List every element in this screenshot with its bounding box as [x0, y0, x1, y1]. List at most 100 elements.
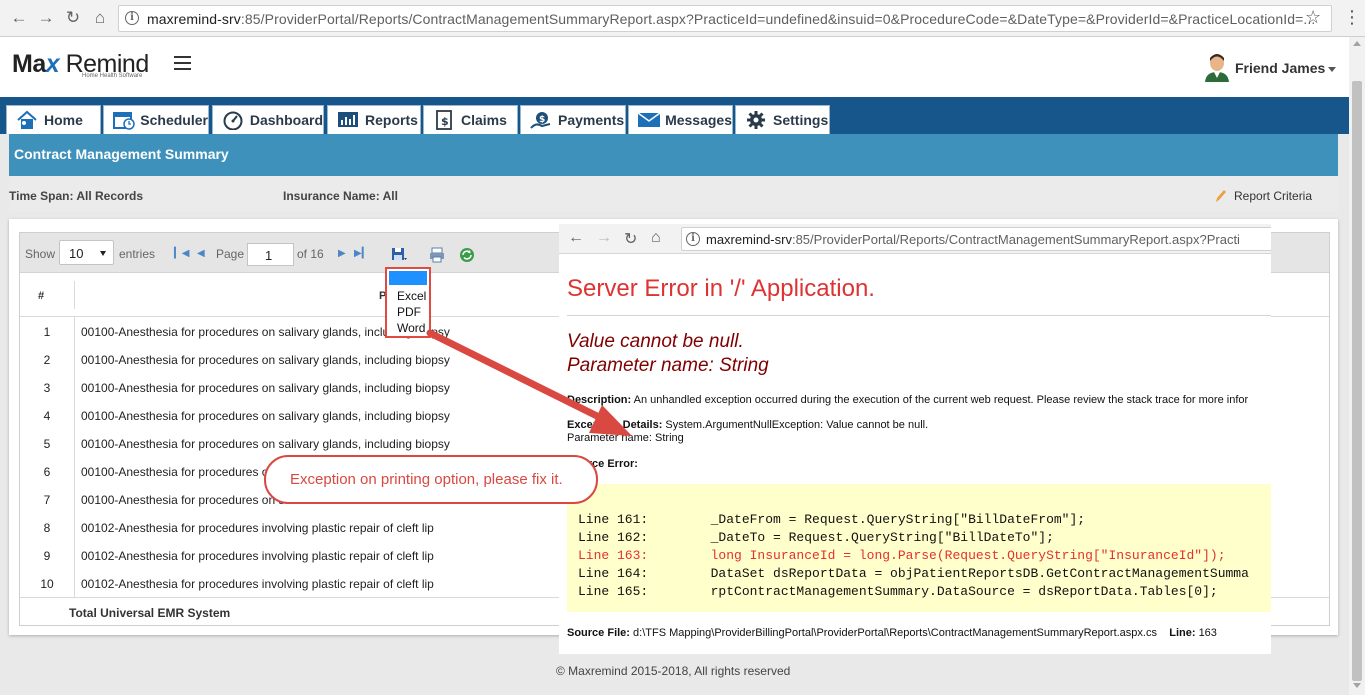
last-page-icon[interactable]: ▶▎ — [354, 248, 369, 259]
report-criteria-link[interactable]: Report Criteria — [1234, 189, 1312, 203]
error-message: Value cannot be null. — [567, 331, 744, 352]
footer-copyright: © Maxremind 2015-2018, All rights reserv… — [556, 664, 791, 678]
error-address-url[interactable]: maxremind-srv:85/ProviderPortal/Reports/… — [706, 232, 1240, 247]
gear-icon — [743, 109, 769, 131]
row-number: 7 — [43, 493, 51, 507]
report-icon — [335, 109, 361, 131]
row-number: 1 — [43, 325, 51, 339]
row-description: 00102-Anesthesia for procedures involvin… — [81, 577, 434, 591]
tab-payments[interactable]: $ Payments — [520, 105, 626, 134]
row-description: 00100-Anesthesia for procedures on saliv… — [81, 353, 450, 367]
export-word-option[interactable]: Word — [397, 321, 425, 335]
tab-settings-label: Settings — [773, 112, 829, 128]
browser-menu-icon[interactable]: ⋮ — [1343, 7, 1361, 27]
error-browser-toolbar: ← → ↻ ⌂ i maxremind-srv:85/ProviderPorta… — [559, 224, 1271, 254]
first-page-icon[interactable]: ▎◀ — [174, 248, 189, 259]
reload-icon[interactable]: ↻ — [624, 229, 637, 249]
tab-settings[interactable]: Settings — [735, 105, 830, 134]
refresh-icon[interactable] — [459, 247, 475, 263]
print-icon[interactable] — [429, 247, 445, 263]
page-label: Page — [216, 247, 245, 261]
code-line: Line 165: rptContractManagementSummary.D… — [578, 584, 1218, 599]
back-icon[interactable]: ← — [568, 229, 584, 247]
export-dropdown: Excel PDF Word — [385, 267, 431, 338]
annotation-text: Exception on printing option, please fix… — [290, 471, 563, 488]
page-number-input[interactable]: 1 — [247, 243, 294, 266]
row-number: 5 — [43, 437, 51, 451]
tab-messages[interactable]: Messages — [628, 105, 733, 134]
home-browser-icon[interactable]: ⌂ — [651, 229, 661, 247]
row-number: 2 — [43, 353, 51, 367]
row-description: 00100-Anesthesia for procedures on saliv… — [81, 381, 450, 395]
error-address-bar[interactable]: i maxremind-srv:85/ProviderPortal/Report… — [681, 227, 1271, 251]
row-number: 3 — [43, 381, 51, 395]
page-count: of 16 — [297, 247, 324, 261]
scroll-down-icon[interactable] — [1353, 683, 1361, 688]
row-description: 00102-Anesthesia for procedures involvin… — [81, 549, 434, 563]
tab-claims[interactable]: $ Claims — [423, 105, 518, 134]
col-divider — [74, 281, 75, 309]
address-bar[interactable]: i maxremind-srv:85/ProviderPortal/Report… — [118, 5, 1332, 32]
code-line: Line 161: _DateFrom = Request.QueryStrin… — [578, 512, 1086, 527]
chevron-down-icon — [100, 251, 106, 256]
forward-icon[interactable]: → — [36, 8, 56, 28]
calendar-icon — [111, 109, 136, 131]
forward-icon[interactable]: → — [596, 229, 612, 247]
svg-text:$: $ — [441, 115, 449, 128]
tab-dashboard-label: Dashboard — [249, 112, 323, 128]
col-header-number[interactable]: # — [38, 290, 44, 302]
export-excel-option[interactable]: Excel — [397, 289, 426, 303]
scroll-up-icon[interactable] — [1353, 41, 1361, 46]
home-browser-icon[interactable]: ⌂ — [90, 8, 110, 28]
info-icon[interactable]: i — [686, 232, 700, 246]
tab-claims-label: Claims — [461, 112, 507, 128]
reload-icon[interactable]: ↻ — [63, 8, 83, 28]
avatar[interactable] — [1204, 52, 1230, 82]
bookmark-star-icon[interactable]: ☆ — [1305, 7, 1321, 28]
back-icon[interactable]: ← — [9, 8, 29, 28]
page-scrollbar[interactable] — [1349, 37, 1365, 695]
insurance-name-label: Insurance Name: All — [283, 189, 398, 203]
tab-home[interactable]: Home — [6, 105, 101, 134]
envelope-icon — [636, 109, 661, 131]
export-dropdown-highlight[interactable] — [389, 271, 427, 285]
pencil-icon[interactable] — [1214, 189, 1226, 203]
error-parameter: Parameter name: String — [567, 355, 769, 376]
scrollbar-thumb[interactable] — [1352, 81, 1362, 681]
tab-home-label: Home — [44, 112, 83, 128]
info-icon[interactable]: i — [125, 11, 139, 25]
entries-select[interactable]: 10 — [59, 240, 114, 265]
report-filters: Time Span: All Records Insurance Name: A… — [9, 176, 1338, 212]
prev-page-icon[interactable]: ◀ — [197, 248, 205, 259]
tab-reports[interactable]: Reports — [327, 105, 421, 134]
user-menu-caret-icon[interactable] — [1328, 67, 1336, 72]
divider — [567, 315, 1271, 316]
total-label: Total Universal EMR System — [69, 606, 231, 620]
page-title: Contract Management Summary — [14, 146, 229, 162]
row-number: 6 — [43, 465, 51, 479]
report-header: Contract Management Summary — [9, 134, 1338, 176]
tab-messages-label: Messages — [665, 112, 732, 128]
save-export-icon[interactable] — [391, 247, 407, 263]
tab-scheduler[interactable]: Scheduler — [103, 105, 209, 134]
row-number: 8 — [43, 521, 51, 535]
gauge-icon — [220, 109, 246, 131]
user-name[interactable]: Friend James — [1235, 60, 1325, 76]
code-line-error: Line 163: long InsuranceId = long.Parse(… — [578, 548, 1226, 563]
row-description: 00100-Anesthesia for procedures on saliv… — [81, 437, 450, 451]
row-description: 00102-Anesthesia for procedures involvin… — [81, 521, 434, 535]
page-number-value: 1 — [265, 248, 273, 263]
entries-label: entries — [119, 247, 156, 261]
exception-details: Exception Details: System.ArgumentNullEx… — [567, 419, 929, 431]
hamburger-menu-icon[interactable] — [174, 56, 191, 70]
error-title: Server Error in '/' Application. — [567, 275, 875, 302]
tab-dashboard[interactable]: Dashboard — [212, 105, 324, 134]
next-page-icon[interactable]: ▶ — [338, 248, 346, 259]
source-code-block: Line 161: _DateFrom = Request.QueryStrin… — [567, 484, 1271, 612]
show-label: Show — [25, 247, 56, 261]
payments-icon: $ — [528, 109, 554, 131]
address-url[interactable]: maxremind-srv:85/ProviderPortal/Reports/… — [147, 11, 1315, 27]
logo-tagline: Home Health Software — [82, 73, 143, 79]
main-nav: Home Scheduler Dashboard Reports $ Claim… — [0, 97, 1349, 134]
export-pdf-option[interactable]: PDF — [397, 305, 421, 319]
